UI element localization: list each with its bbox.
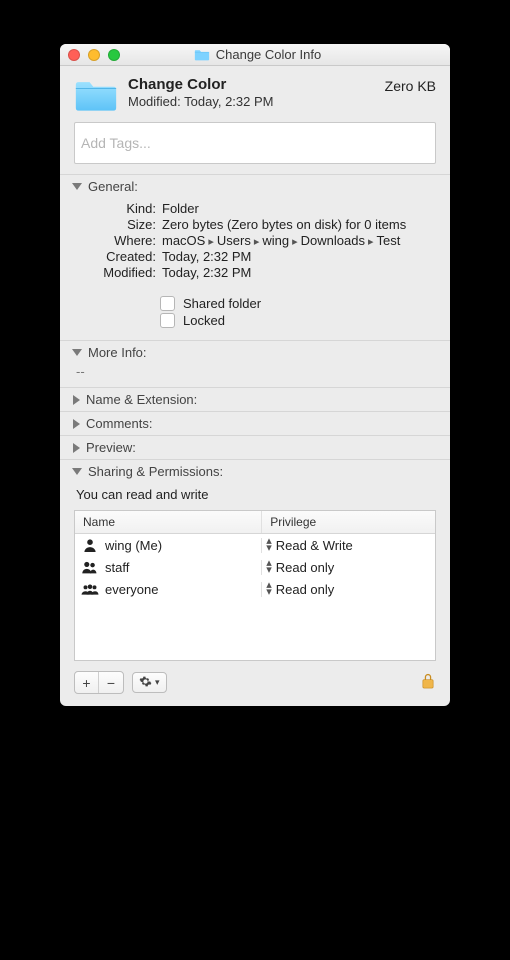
tags-input[interactable] — [74, 122, 436, 164]
permissions-header-row: Name Privilege — [75, 511, 435, 534]
size-value: Zero bytes (Zero bytes on disk) for 0 it… — [162, 217, 436, 232]
tags-area — [60, 122, 450, 174]
perm-name-cell: staff — [75, 560, 262, 575]
section-label: Name & Extension: — [86, 392, 197, 407]
kv-kind: Kind: Folder — [74, 201, 436, 216]
get-info-window: Change Color Info Change Color Modified:… — [60, 44, 450, 706]
folder-icon — [194, 48, 210, 61]
created-value: Today, 2:32 PM — [162, 249, 436, 264]
lock-icon[interactable] — [420, 672, 436, 693]
section-header-comments[interactable]: Comments: — [60, 411, 450, 435]
breadcrumb-separator-icon: ▸ — [368, 236, 374, 248]
permissions-blank-area — [75, 600, 435, 660]
where-value: macOS▸Users▸wing▸Downloads▸Test — [162, 233, 436, 248]
kv-created: Created: Today, 2:32 PM — [74, 249, 436, 264]
section-label: Comments: — [86, 416, 152, 431]
general-checks: Shared folder Locked — [160, 296, 436, 328]
where-segment: wing — [262, 233, 289, 248]
breadcrumb-separator-icon: ▸ — [208, 236, 214, 248]
perm-name: wing (Me) — [105, 538, 162, 553]
chevron-down-icon: ▾ — [155, 677, 160, 688]
perm-priv-cell[interactable]: ▴▾ Read only — [262, 582, 435, 597]
disclosure-triangle-icon — [73, 395, 80, 405]
permissions-note: You can read and write — [60, 483, 450, 510]
kv-size: Size: Zero bytes (Zero bytes on disk) fo… — [74, 217, 436, 232]
item-name: Change Color — [128, 76, 375, 93]
section-header-general[interactable]: General: — [60, 174, 450, 198]
disclosure-triangle-icon — [73, 443, 80, 453]
section-label: Preview: — [86, 440, 136, 455]
stepper-icon: ▴▾ — [266, 538, 272, 552]
locked-checkbox[interactable] — [160, 313, 175, 328]
perm-priv-cell[interactable]: ▴▾ Read only — [262, 560, 435, 575]
section-label: Sharing & Permissions: — [88, 464, 223, 479]
perm-name-cell: everyone — [75, 582, 262, 597]
remove-button[interactable]: − — [99, 672, 123, 693]
modified-value: Today, 2:32 PM — [162, 265, 436, 280]
disclosure-triangle-icon — [72, 183, 82, 190]
size-label: Size: — [74, 217, 156, 232]
section-label: More Info: — [88, 345, 147, 360]
kind-label: Kind: — [74, 201, 156, 216]
breadcrumb-separator-icon: ▸ — [292, 236, 298, 248]
where-segment: Test — [377, 233, 401, 248]
add-button[interactable]: + — [75, 672, 99, 693]
section-header-sharing[interactable]: Sharing & Permissions: — [60, 459, 450, 483]
section-header-more-info[interactable]: More Info: — [60, 340, 450, 364]
modified-label: Modified: — [74, 265, 156, 280]
section-header-preview[interactable]: Preview: — [60, 435, 450, 459]
item-modified: Modified: Today, 2:32 PM — [128, 94, 375, 109]
perm-name: staff — [105, 560, 129, 575]
footer: + − ▾ — [60, 665, 450, 706]
header: Change Color Modified: Today, 2:32 PM Ze… — [60, 66, 450, 122]
disclosure-triangle-icon — [73, 419, 80, 429]
table-row[interactable]: wing (Me) ▴▾ Read & Write — [75, 534, 435, 556]
col-privilege-header[interactable]: Privilege — [262, 511, 435, 533]
where-segment: Users — [217, 233, 251, 248]
add-remove-group: + − — [74, 671, 124, 694]
general-body: Kind: Folder Size: Zero bytes (Zero byte… — [60, 198, 450, 340]
window-title: Change Color Info — [216, 47, 322, 62]
action-menu-button[interactable]: ▾ — [132, 672, 167, 693]
created-label: Created: — [74, 249, 156, 264]
stepper-icon: ▴▾ — [266, 560, 272, 574]
header-text: Change Color Modified: Today, 2:32 PM — [128, 76, 375, 109]
item-folder-icon[interactable] — [74, 76, 118, 114]
perm-priv-cell[interactable]: ▴▾ Read & Write — [262, 538, 435, 553]
perm-privilege: Read only — [276, 582, 335, 597]
user-icon — [81, 538, 99, 552]
locked-label: Locked — [183, 313, 225, 328]
disclosure-triangle-icon — [72, 468, 82, 475]
where-segment: macOS — [162, 233, 205, 248]
perm-privilege: Read only — [276, 560, 335, 575]
section-header-name-ext[interactable]: Name & Extension: — [60, 387, 450, 411]
user-icon — [81, 582, 99, 596]
col-name-header[interactable]: Name — [75, 511, 262, 533]
locked-row: Locked — [160, 313, 436, 328]
titlebar: Change Color Info — [60, 44, 450, 66]
table-row[interactable]: staff ▴▾ Read only — [75, 556, 435, 578]
section-label: General: — [88, 179, 138, 194]
kv-where: Where: macOS▸Users▸wing▸Downloads▸Test — [74, 233, 436, 248]
shared-folder-checkbox[interactable] — [160, 296, 175, 311]
permissions-table: Name Privilege wing (Me) ▴▾ Read & Write st… — [74, 510, 436, 661]
more-info-value: -- — [60, 364, 450, 387]
perm-privilege: Read & Write — [276, 538, 353, 553]
where-segment: Downloads — [301, 233, 365, 248]
disclosure-triangle-icon — [72, 349, 82, 356]
title-wrap: Change Color Info — [73, 47, 442, 62]
item-size-summary: Zero KB — [385, 78, 436, 94]
table-row[interactable]: everyone ▴▾ Read only — [75, 578, 435, 600]
stepper-icon: ▴▾ — [266, 582, 272, 596]
kv-modified: Modified: Today, 2:32 PM — [74, 265, 436, 280]
perm-name-cell: wing (Me) — [75, 538, 262, 553]
gear-icon — [139, 675, 152, 691]
shared-folder-label: Shared folder — [183, 296, 261, 311]
where-label: Where: — [74, 233, 156, 248]
shared-folder-row: Shared folder — [160, 296, 436, 311]
breadcrumb-separator-icon: ▸ — [254, 236, 260, 248]
perm-name: everyone — [105, 582, 158, 597]
kind-value: Folder — [162, 201, 436, 216]
user-icon — [81, 560, 99, 574]
